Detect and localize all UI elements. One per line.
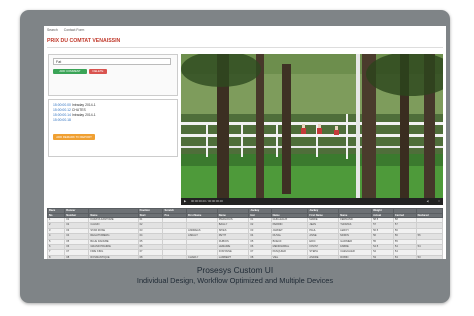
log-time: 15:00:00.14 (53, 113, 71, 117)
table-cell: CHARLY (185, 254, 218, 259)
video-frame (181, 54, 443, 204)
video-controls: ▶ 00:00:00.00 / 00:00:00.00 ◂) ⛶ (181, 198, 443, 205)
log-time: 15:00:00.18 (53, 118, 71, 122)
caption-subtitle: Individual Design, Workflow Optimized an… (136, 276, 334, 285)
fullscreen-icon[interactable]: ⛶ (438, 198, 440, 205)
event-log-panel: 15:00:00.00 Intraday 2014-1 15:00:00.12 … (48, 99, 178, 157)
log-entry[interactable]: 15:00:00.18 (53, 118, 96, 123)
table-cell: 8 (46, 254, 66, 259)
runners-table: Race Runner Fraction Scratch Jockey Jock… (46, 208, 444, 259)
table-body: 1 01 KADAYA FANTOME 01 PIERLOUIS 01 GUILLEAUX M… (46, 216, 444, 259)
video-player[interactable] (181, 54, 443, 204)
table-cell (162, 254, 187, 259)
log-time: 15:00:00.00 (53, 103, 71, 107)
event-log-list: 15:00:00.00 Intraday 2014-1 15:00:00.12 … (53, 103, 96, 123)
nav-contact-form[interactable]: Contact Form (64, 28, 85, 32)
log-text: CHUTES (71, 108, 86, 112)
divider (47, 47, 443, 48)
table-row[interactable]: 8 08 ROSMANTIQUE 08 CHARLY LAMBERT 08 VIEL ANDRE… (46, 254, 444, 259)
log-text: Intraday 2014-1 (71, 113, 96, 117)
table-cell: 53 (392, 254, 417, 259)
caption-title: Prosesys Custom UI (196, 265, 274, 275)
table-cell: 08 (137, 254, 164, 259)
play-icon[interactable]: ▶ (184, 198, 186, 205)
table-cell: ROSMANTIQUE (88, 254, 139, 259)
caption: Prosesys Custom UI Individual Design, Wo… (20, 265, 450, 286)
table-cell: VIEL (270, 254, 309, 259)
log-time: 15:00:00.12 (53, 108, 71, 112)
page-title: PRIX DU COMTAT VENAISSIN (47, 38, 121, 44)
video-time-label: 00:00:00.00 / 00:00:00.00 (191, 199, 223, 203)
add-remark-button[interactable]: ADD REMARK TO REPORT (53, 134, 95, 140)
app-screen: Search Contact Form PRIX DU COMTAT VENAI… (44, 26, 446, 259)
delete-button[interactable]: DELETE (89, 69, 107, 74)
table-cell: ROBIN (338, 254, 373, 259)
log-text: Intraday 2014-1 (71, 103, 96, 107)
top-nav: Search Contact Form (47, 28, 84, 32)
table-cell: 53 (415, 254, 444, 259)
table-cell: 53 (371, 254, 394, 259)
nav-search[interactable]: Search (47, 28, 58, 32)
filter-input[interactable]: Fat (53, 58, 171, 65)
volume-icon[interactable]: ◂) (427, 198, 429, 205)
table-cell: ANDRE (307, 254, 340, 259)
comment-panel: Fat ADD COMMENT DELETE (48, 54, 178, 96)
table-cell: 08 (248, 254, 272, 259)
table-cell: 08 (64, 254, 90, 259)
add-comment-button[interactable]: ADD COMMENT (53, 69, 87, 74)
table-cell: LAMBERT (216, 254, 250, 259)
